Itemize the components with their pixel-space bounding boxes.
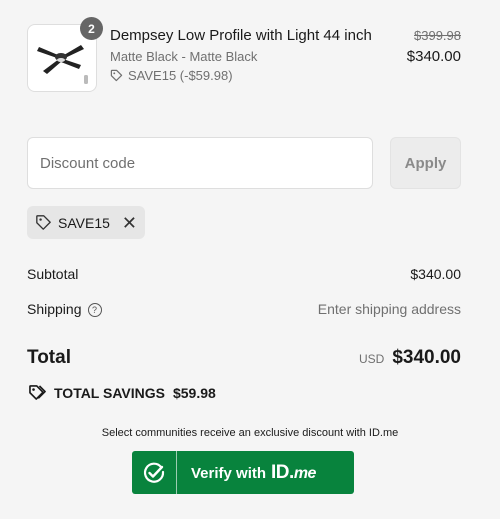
applied-discount-chip: SAVE15 ✕ (27, 206, 145, 239)
idme-icon-area (132, 451, 177, 494)
remove-code-icon[interactable]: ✕ (122, 214, 137, 232)
product-discount: SAVE15 (-$59.98) (110, 68, 233, 83)
applied-code-label: SAVE15 (58, 214, 110, 231)
shipping-label-row: Shipping? (27, 301, 102, 317)
subtotal-value: $340.00 (410, 266, 461, 282)
apply-button[interactable]: Apply (390, 137, 461, 189)
idme-label: Verify with ID.me (177, 462, 316, 484)
product-variant: Matte Black - Matte Black (110, 49, 258, 64)
original-price: $399.98 (414, 28, 461, 43)
tag-icon (110, 69, 123, 82)
shipping-value: Enter shipping address (317, 301, 461, 317)
total-amount: $340.00 (392, 347, 461, 368)
savings-label: TOTAL SAVINGS (54, 384, 165, 401)
total-savings: TOTAL SAVINGS $59.98 (27, 383, 216, 402)
check-shield-icon (143, 462, 165, 483)
shipping-label: Shipping (27, 301, 82, 317)
savings-value: $59.98 (172, 384, 216, 401)
idme-note: Select communities receive an exclusive … (101, 427, 399, 439)
idme-logo: ID.me (271, 461, 316, 483)
product-name: Dempsey Low Profile with Light 44 inch (110, 27, 372, 44)
subtotal-label: Subtotal (27, 266, 79, 282)
product-price: $340.00 (406, 48, 461, 65)
product-discount-text: SAVE15 (-$59.98) (128, 68, 233, 83)
verify-label: Verify with (191, 464, 267, 482)
discount-code-input[interactable] (27, 137, 373, 189)
quantity-badge: 2 (80, 17, 103, 40)
help-icon[interactable]: ? (87, 303, 102, 317)
tags-icon (29, 385, 46, 400)
currency-code: USD (358, 352, 385, 366)
total-label: Total (27, 347, 71, 368)
verify-idme-button[interactable]: Verify with ID.me (132, 451, 354, 494)
tag-icon (36, 215, 51, 230)
total-value: USD $340.00 (359, 347, 461, 369)
